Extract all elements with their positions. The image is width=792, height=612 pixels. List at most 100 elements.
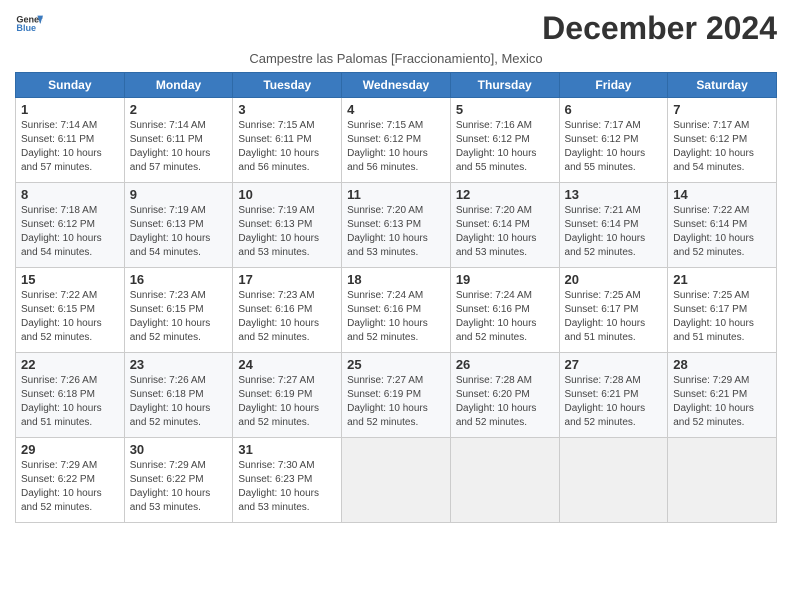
day-info: Sunrise: 7:19 AMSunset: 6:13 PMDaylight:…: [238, 205, 319, 258]
calendar-cell: 17 Sunrise: 7:23 AMSunset: 6:16 PMDaylig…: [233, 268, 342, 353]
day-number: 13: [565, 187, 663, 202]
day-number: 30: [130, 442, 228, 457]
day-number: 6: [565, 102, 663, 117]
calendar-cell: 5 Sunrise: 7:16 AMSunset: 6:12 PMDayligh…: [450, 98, 559, 183]
day-number: 19: [456, 272, 554, 287]
day-header-sunday: Sunday: [16, 73, 125, 98]
day-number: 3: [238, 102, 336, 117]
day-info: Sunrise: 7:22 AMSunset: 6:15 PMDaylight:…: [21, 290, 102, 343]
logo: General Blue: [15, 10, 43, 38]
day-info: Sunrise: 7:23 AMSunset: 6:16 PMDaylight:…: [238, 290, 319, 343]
calendar-cell: 19 Sunrise: 7:24 AMSunset: 6:16 PMDaylig…: [450, 268, 559, 353]
calendar-cell: 23 Sunrise: 7:26 AMSunset: 6:18 PMDaylig…: [124, 353, 233, 438]
day-number: 5: [456, 102, 554, 117]
day-info: Sunrise: 7:29 AMSunset: 6:22 PMDaylight:…: [130, 460, 211, 513]
day-info: Sunrise: 7:25 AMSunset: 6:17 PMDaylight:…: [673, 290, 754, 343]
day-info: Sunrise: 7:22 AMSunset: 6:14 PMDaylight:…: [673, 205, 754, 258]
calendar-cell: 10 Sunrise: 7:19 AMSunset: 6:13 PMDaylig…: [233, 183, 342, 268]
day-info: Sunrise: 7:25 AMSunset: 6:17 PMDaylight:…: [565, 290, 646, 343]
day-number: 23: [130, 357, 228, 372]
subtitle: Campestre las Palomas [Fraccionamiento],…: [15, 51, 777, 66]
day-info: Sunrise: 7:30 AMSunset: 6:23 PMDaylight:…: [238, 460, 319, 513]
day-number: 10: [238, 187, 336, 202]
calendar-cell: 9 Sunrise: 7:19 AMSunset: 6:13 PMDayligh…: [124, 183, 233, 268]
calendar-cell: 29 Sunrise: 7:29 AMSunset: 6:22 PMDaylig…: [16, 438, 125, 523]
day-info: Sunrise: 7:24 AMSunset: 6:16 PMDaylight:…: [347, 290, 428, 343]
day-number: 1: [21, 102, 119, 117]
day-info: Sunrise: 7:28 AMSunset: 6:21 PMDaylight:…: [565, 375, 646, 428]
day-info: Sunrise: 7:14 AMSunset: 6:11 PMDaylight:…: [130, 120, 211, 173]
day-info: Sunrise: 7:17 AMSunset: 6:12 PMDaylight:…: [673, 120, 754, 173]
day-info: Sunrise: 7:27 AMSunset: 6:19 PMDaylight:…: [238, 375, 319, 428]
calendar-cell: 2 Sunrise: 7:14 AMSunset: 6:11 PMDayligh…: [124, 98, 233, 183]
day-number: 8: [21, 187, 119, 202]
calendar-cell: 30 Sunrise: 7:29 AMSunset: 6:22 PMDaylig…: [124, 438, 233, 523]
calendar-cell: 7 Sunrise: 7:17 AMSunset: 6:12 PMDayligh…: [668, 98, 777, 183]
calendar-cell: 15 Sunrise: 7:22 AMSunset: 6:15 PMDaylig…: [16, 268, 125, 353]
day-number: 15: [21, 272, 119, 287]
day-header-wednesday: Wednesday: [342, 73, 451, 98]
day-info: Sunrise: 7:26 AMSunset: 6:18 PMDaylight:…: [21, 375, 102, 428]
day-info: Sunrise: 7:23 AMSunset: 6:15 PMDaylight:…: [130, 290, 211, 343]
day-number: 22: [21, 357, 119, 372]
calendar-cell: 25 Sunrise: 7:27 AMSunset: 6:19 PMDaylig…: [342, 353, 451, 438]
day-number: 4: [347, 102, 445, 117]
day-number: 11: [347, 187, 445, 202]
day-info: Sunrise: 7:15 AMSunset: 6:11 PMDaylight:…: [238, 120, 319, 173]
day-number: 20: [565, 272, 663, 287]
calendar-cell: [450, 438, 559, 523]
svg-text:Blue: Blue: [16, 23, 36, 33]
calendar-cell: 20 Sunrise: 7:25 AMSunset: 6:17 PMDaylig…: [559, 268, 668, 353]
day-info: Sunrise: 7:18 AMSunset: 6:12 PMDaylight:…: [21, 205, 102, 258]
day-info: Sunrise: 7:15 AMSunset: 6:12 PMDaylight:…: [347, 120, 428, 173]
calendar-table: SundayMondayTuesdayWednesdayThursdayFrid…: [15, 72, 777, 523]
calendar-cell: [559, 438, 668, 523]
calendar-cell: 31 Sunrise: 7:30 AMSunset: 6:23 PMDaylig…: [233, 438, 342, 523]
day-info: Sunrise: 7:16 AMSunset: 6:12 PMDaylight:…: [456, 120, 537, 173]
calendar-cell: 16 Sunrise: 7:23 AMSunset: 6:15 PMDaylig…: [124, 268, 233, 353]
day-number: 28: [673, 357, 771, 372]
calendar-cell: 12 Sunrise: 7:20 AMSunset: 6:14 PMDaylig…: [450, 183, 559, 268]
day-header-friday: Friday: [559, 73, 668, 98]
calendar-cell: 1 Sunrise: 7:14 AMSunset: 6:11 PMDayligh…: [16, 98, 125, 183]
day-info: Sunrise: 7:26 AMSunset: 6:18 PMDaylight:…: [130, 375, 211, 428]
day-number: 12: [456, 187, 554, 202]
day-info: Sunrise: 7:29 AMSunset: 6:21 PMDaylight:…: [673, 375, 754, 428]
day-info: Sunrise: 7:28 AMSunset: 6:20 PMDaylight:…: [456, 375, 537, 428]
month-title: December 2024: [542, 10, 777, 47]
day-number: 2: [130, 102, 228, 117]
day-number: 7: [673, 102, 771, 117]
calendar-cell: 18 Sunrise: 7:24 AMSunset: 6:16 PMDaylig…: [342, 268, 451, 353]
logo-icon: General Blue: [15, 10, 43, 38]
day-number: 17: [238, 272, 336, 287]
calendar-cell: 21 Sunrise: 7:25 AMSunset: 6:17 PMDaylig…: [668, 268, 777, 353]
day-number: 14: [673, 187, 771, 202]
day-info: Sunrise: 7:29 AMSunset: 6:22 PMDaylight:…: [21, 460, 102, 513]
calendar-cell: 14 Sunrise: 7:22 AMSunset: 6:14 PMDaylig…: [668, 183, 777, 268]
day-number: 25: [347, 357, 445, 372]
calendar-cell: [668, 438, 777, 523]
day-number: 18: [347, 272, 445, 287]
day-info: Sunrise: 7:19 AMSunset: 6:13 PMDaylight:…: [130, 205, 211, 258]
calendar-cell: 8 Sunrise: 7:18 AMSunset: 6:12 PMDayligh…: [16, 183, 125, 268]
calendar-cell: 27 Sunrise: 7:28 AMSunset: 6:21 PMDaylig…: [559, 353, 668, 438]
calendar-cell: 26 Sunrise: 7:28 AMSunset: 6:20 PMDaylig…: [450, 353, 559, 438]
day-info: Sunrise: 7:27 AMSunset: 6:19 PMDaylight:…: [347, 375, 428, 428]
day-number: 26: [456, 357, 554, 372]
day-info: Sunrise: 7:20 AMSunset: 6:14 PMDaylight:…: [456, 205, 537, 258]
calendar-cell: 3 Sunrise: 7:15 AMSunset: 6:11 PMDayligh…: [233, 98, 342, 183]
calendar-cell: 6 Sunrise: 7:17 AMSunset: 6:12 PMDayligh…: [559, 98, 668, 183]
day-number: 31: [238, 442, 336, 457]
day-info: Sunrise: 7:24 AMSunset: 6:16 PMDaylight:…: [456, 290, 537, 343]
calendar-cell: 24 Sunrise: 7:27 AMSunset: 6:19 PMDaylig…: [233, 353, 342, 438]
day-header-monday: Monday: [124, 73, 233, 98]
day-number: 27: [565, 357, 663, 372]
day-number: 21: [673, 272, 771, 287]
calendar-cell: 4 Sunrise: 7:15 AMSunset: 6:12 PMDayligh…: [342, 98, 451, 183]
day-info: Sunrise: 7:21 AMSunset: 6:14 PMDaylight:…: [565, 205, 646, 258]
calendar-cell: 11 Sunrise: 7:20 AMSunset: 6:13 PMDaylig…: [342, 183, 451, 268]
day-info: Sunrise: 7:14 AMSunset: 6:11 PMDaylight:…: [21, 120, 102, 173]
day-header-thursday: Thursday: [450, 73, 559, 98]
calendar-cell: 13 Sunrise: 7:21 AMSunset: 6:14 PMDaylig…: [559, 183, 668, 268]
calendar-cell: [342, 438, 451, 523]
